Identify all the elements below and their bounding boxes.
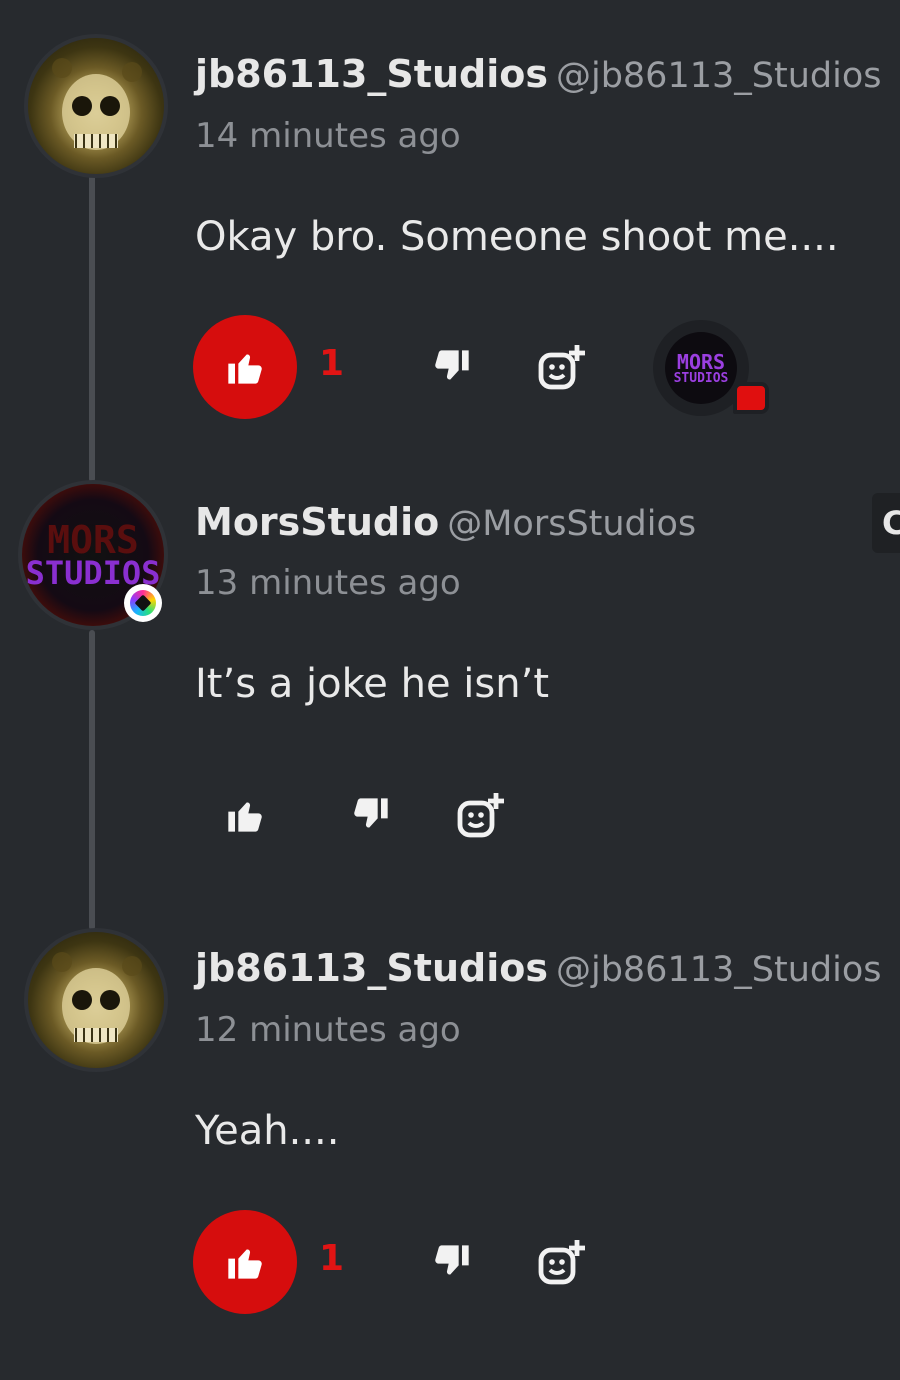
like-button[interactable] (193, 763, 297, 867)
comment-actions: 1 (193, 1210, 793, 1314)
comment-actions (193, 763, 793, 867)
add-reaction-icon (538, 1240, 585, 1285)
timestamp: 12 minutes ago (195, 1010, 461, 1050)
timestamp: 13 minutes ago (195, 563, 461, 603)
comment-actions: 1 MORS STUDIOS (193, 315, 793, 419)
like-button[interactable] (193, 1210, 297, 1314)
user-handle: @MorsStudios (447, 504, 697, 544)
comment-text: Yeah.... (195, 1108, 340, 1154)
thumbs-down-icon (435, 1245, 469, 1275)
skull-icon (52, 58, 142, 150)
thread-line (89, 170, 95, 482)
dislike-button[interactable] (420, 335, 484, 399)
thumbs-down-icon (354, 798, 388, 828)
thread-line (89, 630, 95, 930)
thumbs-up-icon (228, 1249, 262, 1279)
add-reaction-button[interactable] (531, 335, 595, 399)
add-reaction-icon (457, 793, 504, 838)
like-count: 1 (319, 1238, 345, 1279)
reply-preview-avatar[interactable]: MORS STUDIOS (653, 320, 769, 416)
user-avatar[interactable] (24, 928, 168, 1072)
username[interactable]: jb86113_Studios @jb86113_Studios (195, 52, 881, 96)
like-count: 1 (319, 343, 345, 384)
mors-logo: MORS STUDIOS (665, 332, 737, 404)
thumbs-up-icon (228, 802, 262, 832)
logo-text: MORS (47, 517, 139, 562)
username-text[interactable]: jb86113_Studios (195, 946, 548, 990)
side-panel-tab[interactable]: C (872, 493, 900, 553)
add-reaction-button[interactable] (531, 1230, 595, 1294)
reply-indicator-icon (733, 382, 769, 414)
comment-thread: jb86113_Studios @jb86113_Studios 14 minut… (0, 0, 900, 1380)
logo-text: MORS (676, 349, 726, 374)
logo-text: STUDIOS (673, 370, 729, 386)
user-handle: @jb86113_Studios (555, 56, 882, 96)
add-reaction-icon (538, 345, 585, 390)
skull-icon (52, 952, 142, 1044)
thumbs-up-icon (228, 354, 262, 384)
username[interactable]: jb86113_Studios @jb86113_Studios (195, 946, 881, 990)
dislike-button[interactable] (339, 783, 403, 847)
dislike-button[interactable] (420, 1230, 484, 1294)
username[interactable]: MorsStudio @MorsStudios (195, 500, 696, 544)
timestamp: 14 minutes ago (195, 116, 461, 156)
user-avatar[interactable] (24, 34, 168, 178)
comment-text: It’s a joke he isn’t (195, 661, 550, 707)
username-text[interactable]: MorsStudio (195, 500, 439, 544)
like-button[interactable] (193, 315, 297, 419)
username-text[interactable]: jb86113_Studios (195, 52, 548, 96)
thumbs-down-icon (435, 350, 469, 380)
comment-text: Okay bro. Someone shoot me.... (195, 214, 839, 260)
verified-badge-icon (124, 584, 162, 622)
user-handle: @jb86113_Studios (555, 950, 882, 990)
add-reaction-button[interactable] (450, 783, 514, 847)
